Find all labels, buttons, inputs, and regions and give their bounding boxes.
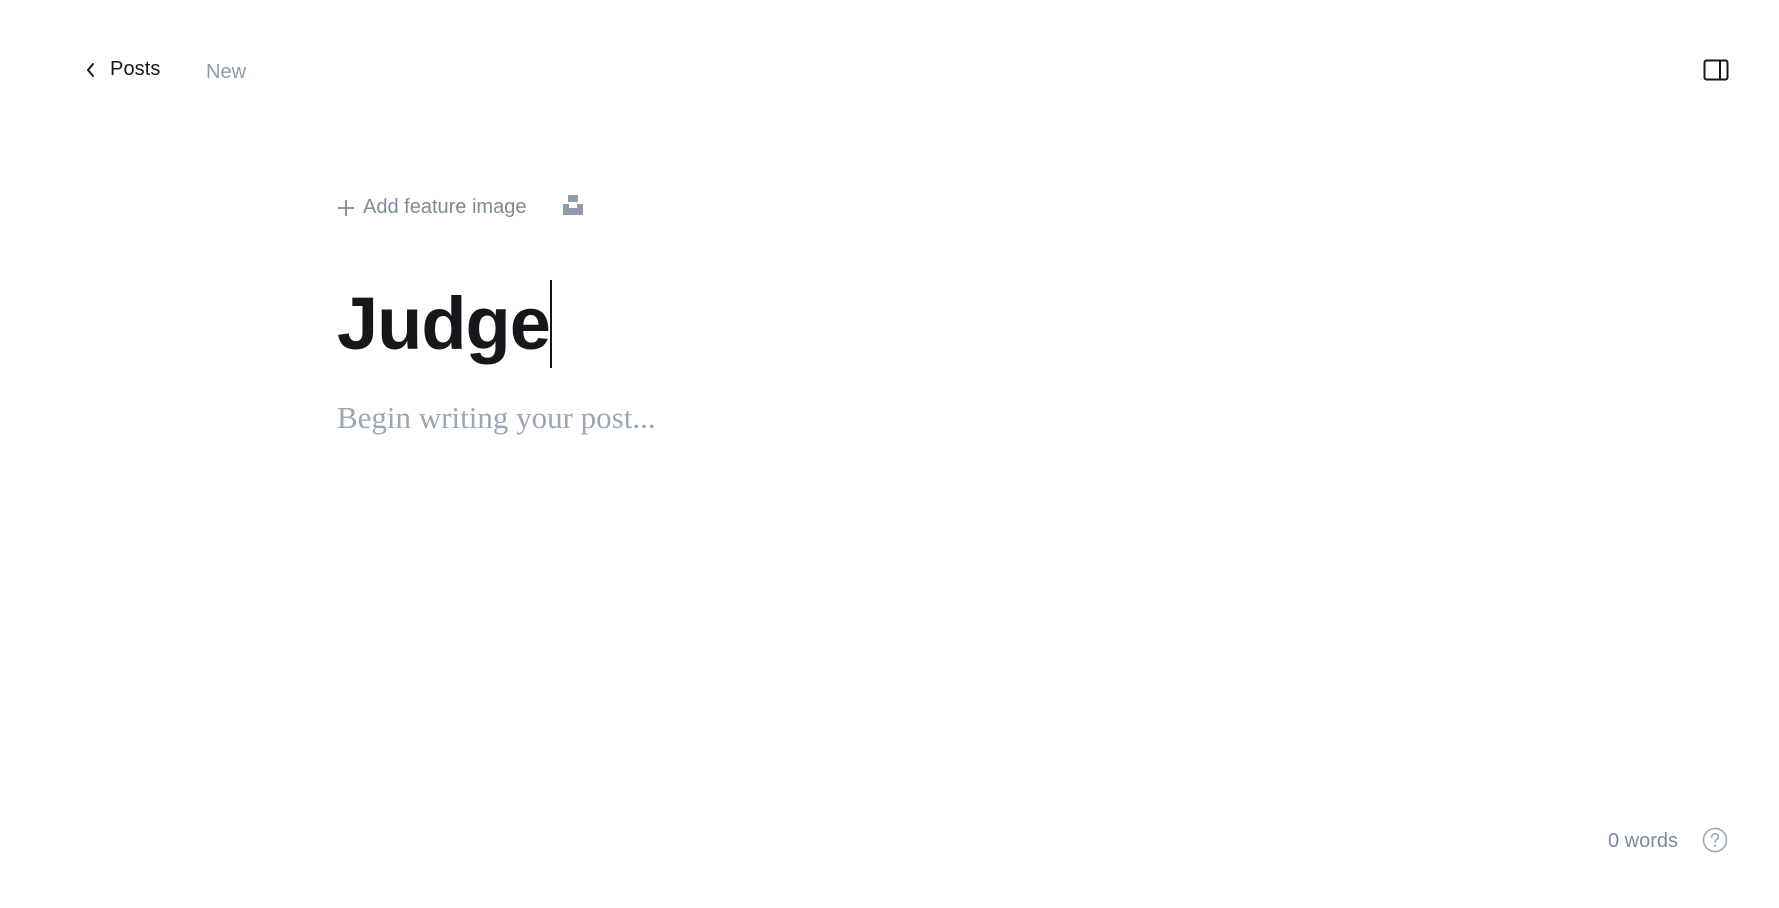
question-mark-icon bbox=[1702, 827, 1728, 858]
post-body-editor[interactable]: Begin writing your post... bbox=[337, 400, 656, 436]
feature-image-row: Add feature image bbox=[337, 194, 1437, 221]
back-link-label: Posts bbox=[110, 58, 161, 80]
post-status-label: New bbox=[206, 61, 247, 83]
back-to-posts-link[interactable]: Posts bbox=[84, 58, 161, 81]
add-feature-image-label: Add feature image bbox=[363, 196, 527, 218]
help-button[interactable] bbox=[1702, 827, 1728, 858]
plus-icon bbox=[337, 199, 355, 217]
add-feature-image-button[interactable]: Add feature image bbox=[337, 196, 526, 219]
sidebar-toggle-button[interactable] bbox=[1703, 59, 1729, 86]
text-caret bbox=[549, 280, 552, 368]
word-count: 0 words bbox=[1608, 830, 1679, 852]
editor-header: Posts New bbox=[0, 0, 1779, 146]
unsplash-button[interactable] bbox=[562, 194, 584, 221]
editor-page: Posts New Add feature image Judge Begin … bbox=[0, 0, 1779, 908]
unsplash-icon bbox=[562, 194, 584, 221]
post-editor: Add feature image Judge Begin writing yo… bbox=[337, 194, 1437, 435]
chevron-left-icon bbox=[84, 60, 98, 80]
sidebar-panel-icon bbox=[1703, 59, 1729, 86]
post-title-text[interactable]: Judge bbox=[337, 287, 551, 361]
post-title-field[interactable]: Judge bbox=[337, 280, 552, 368]
